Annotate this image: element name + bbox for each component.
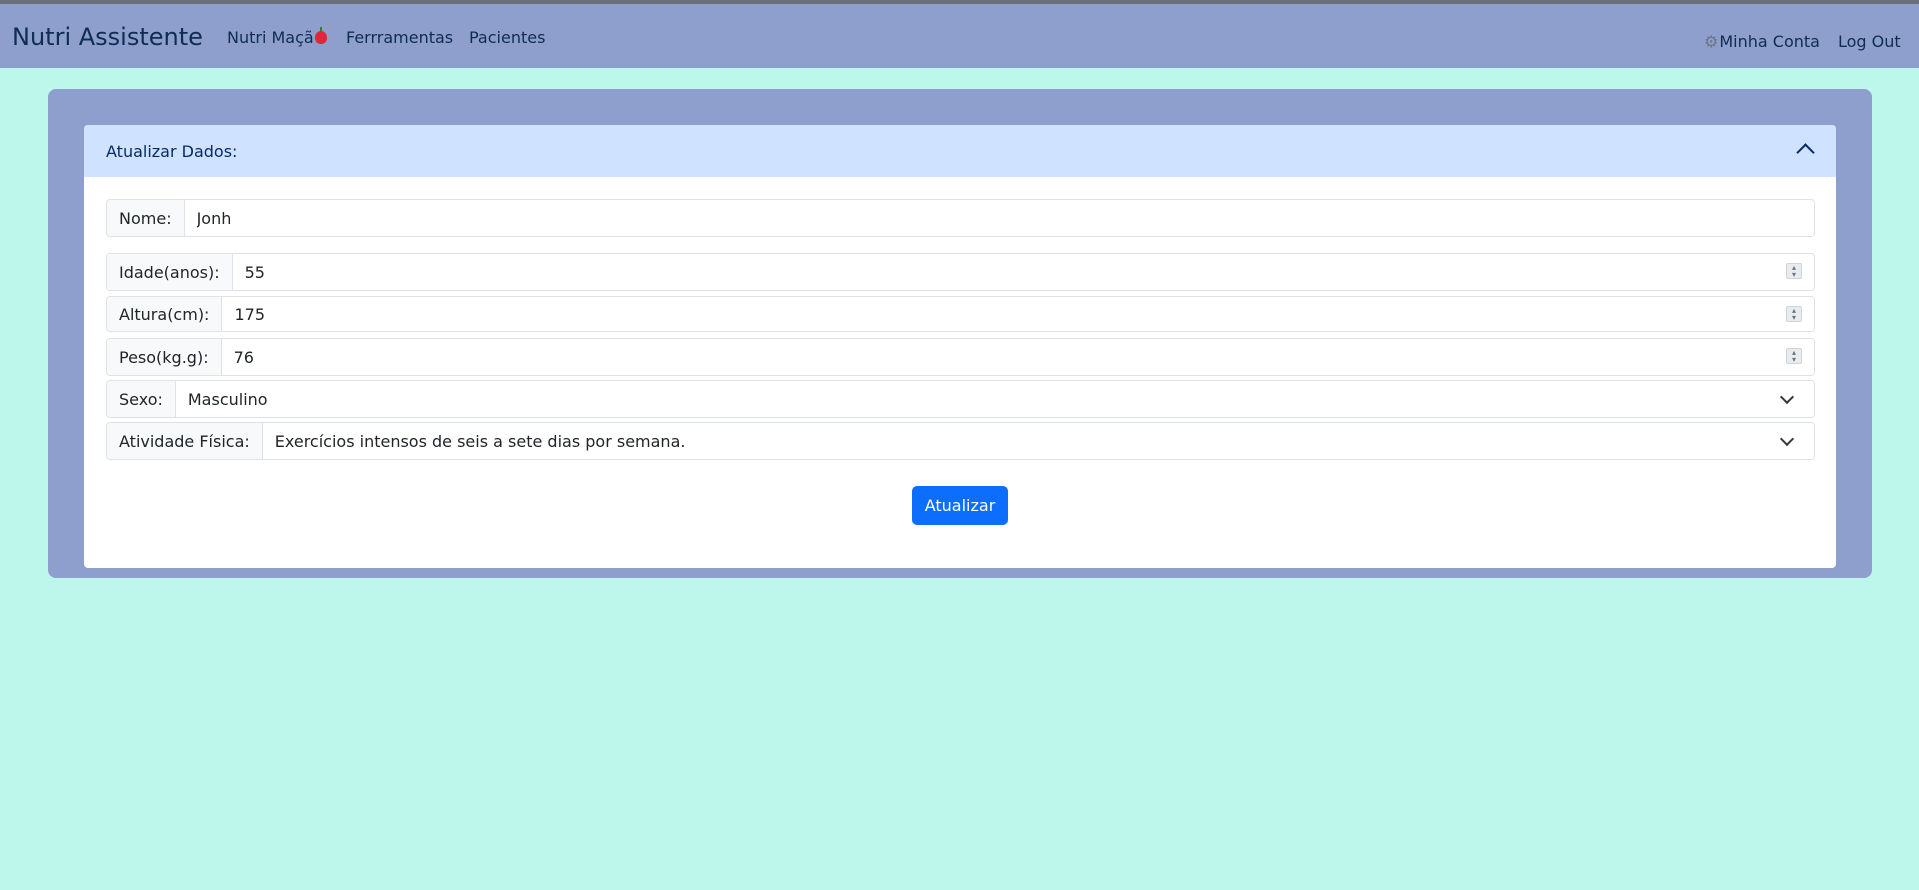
age-spinner-icon[interactable]: ▴ ▾: [1786, 263, 1802, 279]
chevron-up-icon: [1796, 143, 1815, 162]
name-input-group: Nome:: [106, 199, 1815, 237]
activity-selected-value: Exercícios intensos de seis a sete dias …: [274, 431, 686, 451]
age-input-group: Idade(anos): ▴▾: [106, 253, 1815, 291]
name-label: Nome:: [107, 200, 185, 236]
activity-label: Atividade Física:: [107, 423, 263, 459]
card-title: Atualizar Dados:: [106, 142, 238, 161]
weight-field-wrapper: ▴▾: [221, 339, 1814, 375]
height-input[interactable]: [234, 304, 1814, 324]
navbar: Nutri Assistente Nutri Maçã Ferrramentas…: [0, 4, 1919, 68]
sex-label: Sexo:: [107, 381, 176, 417]
chevron-down-icon: [1779, 431, 1795, 447]
nav-link-pacientes[interactable]: Pacientes: [469, 28, 545, 47]
update-data-card: Atualizar Dados: Nome: Idade(anos): ▴▾ A…: [84, 125, 1836, 568]
weight-label: Peso(kg.g):: [107, 339, 222, 375]
apple-icon: [314, 27, 327, 44]
age-label: Idade(anos):: [107, 254, 233, 290]
nav-link-nutri-maca[interactable]: Nutri Maçã: [227, 27, 327, 47]
account-link[interactable]: ⚙Minha Conta: [1704, 32, 1820, 51]
age-input[interactable]: [244, 262, 1814, 282]
weight-spinner-icon[interactable]: ▴ ▾: [1786, 348, 1802, 364]
age-field-wrapper: ▴▾: [232, 254, 1814, 290]
nav-link-label: Nutri Maçã: [227, 28, 314, 47]
name-field-wrapper: [184, 200, 1814, 236]
height-field-wrapper: ▴▾: [222, 297, 1814, 331]
nav-link-ferramentas[interactable]: Ferrramentas: [346, 28, 453, 47]
chevron-down-icon: [1779, 389, 1795, 405]
brand-link[interactable]: Nutri Assistente: [12, 23, 203, 51]
gear-icon: ⚙: [1704, 32, 1719, 51]
account-label: Minha Conta: [1719, 32, 1820, 51]
sex-input-group: Sexo: Masculino: [106, 380, 1815, 418]
update-button[interactable]: Atualizar: [912, 486, 1008, 525]
height-input-group: Altura(cm): ▴▾: [106, 296, 1815, 332]
weight-input-group: Peso(kg.g): ▴▾: [106, 338, 1815, 376]
weight-input[interactable]: [233, 347, 1814, 367]
activity-select[interactable]: Exercícios intensos de seis a sete dias …: [262, 423, 1814, 459]
logout-link[interactable]: Log Out: [1838, 32, 1901, 51]
activity-input-group: Atividade Física: Exercícios intensos de…: [106, 422, 1815, 460]
accordion-header[interactable]: Atualizar Dados:: [84, 125, 1836, 177]
name-input[interactable]: [196, 208, 1814, 228]
sex-select[interactable]: Masculino: [175, 381, 1814, 417]
height-spinner-icon[interactable]: ▴ ▾: [1786, 306, 1802, 322]
height-label: Altura(cm):: [107, 297, 223, 331]
sex-selected-value: Masculino: [187, 389, 268, 409]
